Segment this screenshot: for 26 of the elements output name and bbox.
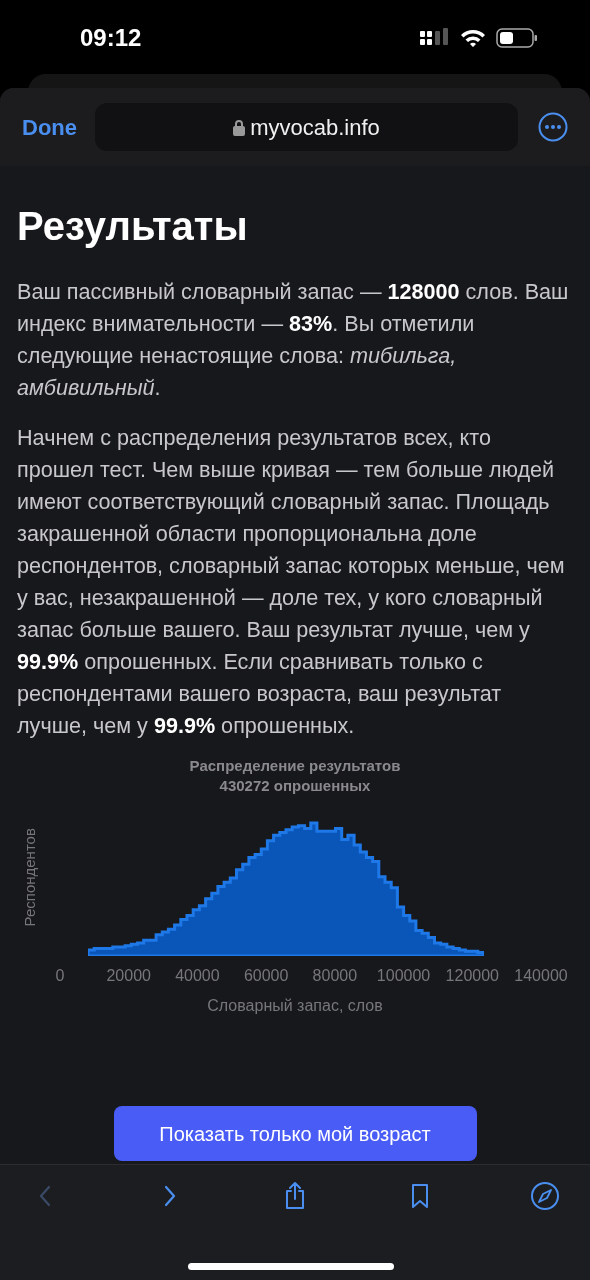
x-tick-label: 120000 xyxy=(445,966,499,986)
body-paragraph: Ваш пассивный словарный запас — 128000 слов. Ваш индекс внимательности — 83%. Вы отметили следующие ненастоящие слова: тибильга, амбивильный. xyxy=(17,278,570,402)
lock-icon xyxy=(233,118,246,136)
url-field[interactable]: myvocab.info xyxy=(95,103,518,151)
wifi-icon xyxy=(460,27,486,48)
chart-title: Распределение результатов xyxy=(189,756,401,776)
signal-icon xyxy=(420,27,450,48)
x-tick-label: 40000 xyxy=(175,966,220,986)
x-tick-label: 0 xyxy=(55,966,65,986)
age-filter-button[interactable]: Показать только мой возраст xyxy=(113,1106,477,1161)
x-axis-label: Словарный запас, слов xyxy=(206,996,384,1016)
x-tick-label: 80000 xyxy=(312,966,358,986)
battery-icon xyxy=(496,27,538,48)
body-paragraph: Начнем с распределения результатов всех, кто прошел тест. Чем выше кривая — тем больше людей имеют соответствующий словарный запас. Площадь закрашенной области пропорциональна доле респондентов, словарный запас которых меньше, чем у вас, незакрашенной — доле тех, у кого словарный запас больше вашего. Ваш результат лучше, чем у 99.9% опрошенных. Если сравнивать только с респондентами вашего возраста, ваш результат лучше, чем у 99.9% опрошенных. xyxy=(17,424,566,740)
more-icon[interactable] xyxy=(538,112,568,142)
y-axis-label: Респондентов xyxy=(19,827,39,929)
status-time: 09:12 xyxy=(80,22,142,53)
page-heading: Результаты xyxy=(17,203,249,250)
done-button[interactable]: Done xyxy=(22,110,77,144)
x-tick-label: 100000 xyxy=(376,966,431,986)
chart-subtitle: 430272 опрошенных xyxy=(219,776,371,796)
x-tick-label: 140000 xyxy=(514,966,568,986)
x-tick-label: 60000 xyxy=(243,966,289,986)
url-text: myvocab.info xyxy=(250,113,380,142)
x-tick-label: 20000 xyxy=(106,966,151,986)
compass-icon[interactable] xyxy=(530,1181,560,1211)
